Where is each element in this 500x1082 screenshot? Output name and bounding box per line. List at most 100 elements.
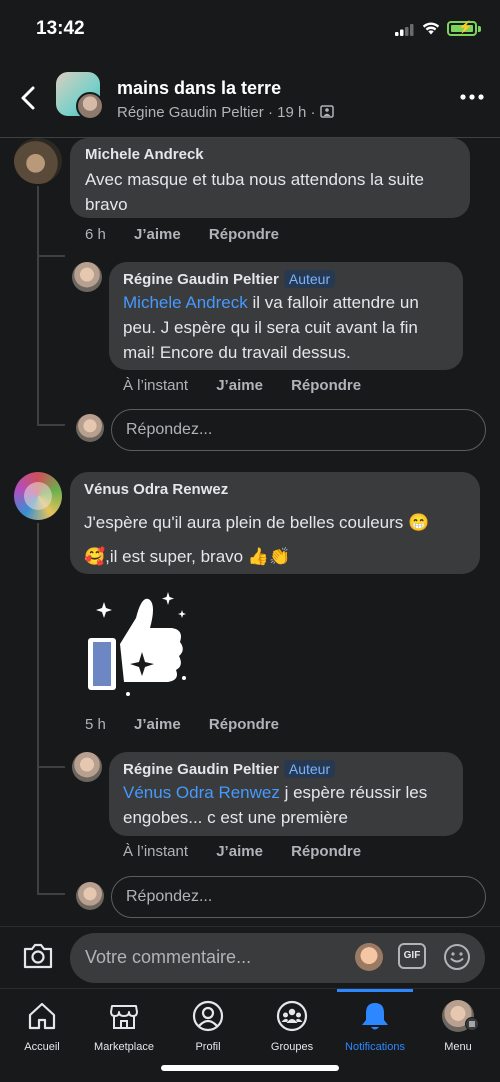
reply-button[interactable]: Répondre <box>209 226 279 243</box>
commenter-avatar[interactable] <box>14 472 62 520</box>
comment-text-line: bravo <box>85 195 128 214</box>
reply-avatar[interactable] <box>72 752 102 782</box>
comment-text: J'espère qu'il aura plein de belles coul… <box>84 506 466 574</box>
my-avatar <box>76 882 104 910</box>
tab-label: Notifications <box>345 1041 405 1053</box>
signal-icon <box>395 24 414 36</box>
reply-actions: À l’instant J’aime Répondre <box>123 377 385 394</box>
comment-text-line: J'espère qu'il aura plein de belles coul… <box>84 513 430 532</box>
reply-text: Michele Andreck il va falloir attendre u… <box>123 290 449 365</box>
wifi-icon <box>422 22 440 35</box>
comment-author[interactable]: Michele Andreck <box>85 146 455 163</box>
reply-author[interactable]: Régine Gaudin Peltier <box>123 271 279 288</box>
author-badge: Auteur <box>283 270 336 288</box>
comment-text-line: 🥰,il est super, bravo 👍👏 <box>84 547 291 566</box>
back-icon[interactable] <box>16 84 40 112</box>
reply-author-line: Régine Gaudin Peltier Auteur <box>123 760 449 778</box>
reply-text: Vénus Odra Renwez j espère réussir les e… <box>123 780 449 830</box>
reply-time: À l’instant <box>123 843 189 860</box>
tab-profile[interactable]: Profil <box>166 999 250 1053</box>
comment-time: 6 h <box>85 226 106 243</box>
tab-label: Profil <box>195 1041 221 1053</box>
reply-input[interactable]: Répondez... <box>111 876 486 918</box>
like-button[interactable]: J’aime <box>134 716 181 733</box>
reply-button[interactable]: Répondre <box>291 377 361 394</box>
post-header: mains dans la terre Régine Gaudin Peltie… <box>0 58 500 138</box>
thread-branch <box>37 766 65 768</box>
like-button[interactable]: J’aime <box>216 843 263 860</box>
comment-text: Avec masque et tuba nous attendons la su… <box>85 167 455 217</box>
reply-text-line: Vénus Odra Renwez j espère réussir les <box>123 780 449 805</box>
tab-menu[interactable]: Menu <box>416 999 500 1053</box>
comment-composer: Votre commentaire... GIF <box>0 926 500 988</box>
reply-bubble[interactable]: Régine Gaudin Peltier Auteur Michele Andr… <box>109 262 463 370</box>
thread-branch <box>37 255 65 257</box>
status-time: 13:42 <box>36 18 85 39</box>
reply-input[interactable]: Répondez... <box>111 409 486 451</box>
avatar-sticker-icon[interactable] <box>355 943 383 971</box>
comment-time: 5 h <box>85 716 106 733</box>
thread-branch <box>37 893 65 895</box>
mention-link[interactable]: Michele Andreck <box>123 293 248 312</box>
comment-bubble[interactable]: Vénus Odra Renwez J'espère qu'il aura pl… <box>70 472 480 574</box>
like-button[interactable]: J’aime <box>216 377 263 394</box>
reply-text-fragment: il va falloir attendre un <box>247 293 419 312</box>
home-indicator <box>161 1065 339 1071</box>
reply-button[interactable]: Répondre <box>291 843 361 860</box>
reply-author[interactable]: Régine Gaudin Peltier <box>123 761 279 778</box>
tab-label: Groupes <box>270 1041 314 1053</box>
active-tab-indicator <box>337 989 413 992</box>
reply-text-fragment: j espère réussir les <box>279 783 428 802</box>
thread-line <box>37 186 39 424</box>
profile-icon <box>192 1000 224 1032</box>
comment-author[interactable]: Vénus Odra Renwez <box>84 481 466 498</box>
reply-text-line: engobes... c est une première <box>123 808 348 827</box>
commenter-avatar[interactable] <box>14 138 62 184</box>
bell-icon <box>362 1003 388 1030</box>
reply-actions: À l’instant J’aime Répondre <box>123 843 385 860</box>
comment-actions: 5 h J’aime Répondre <box>85 716 303 733</box>
my-avatar <box>76 414 104 442</box>
tab-label: Marketplace <box>94 1041 154 1053</box>
emoji-icon[interactable] <box>443 943 471 971</box>
tab-notifications[interactable]: Notifications <box>333 999 417 1053</box>
reply-avatar[interactable] <box>72 262 102 292</box>
tab-home[interactable]: Accueil <box>0 999 84 1053</box>
tab-marketplace[interactable]: Marketplace <box>82 999 166 1053</box>
menu-lines-icon <box>465 1017 479 1031</box>
author-badge: Auteur <box>283 760 336 778</box>
thread-line <box>37 523 39 893</box>
tab-groups[interactable]: Groupes <box>250 999 334 1053</box>
thumbs-up-sticker <box>88 592 186 696</box>
meta-separator: · <box>310 104 320 121</box>
post-author[interactable]: Régine Gaudin Peltier <box>117 104 264 121</box>
more-options-icon[interactable] <box>460 94 484 100</box>
post-age: 19 h <box>277 104 307 121</box>
group-privacy-icon <box>319 105 334 118</box>
reply-text-line: Michele Andreck il va falloir attendre u… <box>123 290 449 315</box>
reply-text-line: peu. J espère qu il sera cuit avant la f… <box>123 318 418 337</box>
tab-label: Menu <box>444 1041 472 1053</box>
status-bar: 13:42 ⚡ <box>0 0 500 58</box>
camera-icon[interactable] <box>22 941 54 971</box>
marketplace-icon <box>110 1005 138 1029</box>
reply-text-line: mai! Encore du travail dessus. <box>123 343 351 362</box>
reply-bubble[interactable]: Régine Gaudin Peltier Auteur Vénus Odra R… <box>109 752 463 836</box>
post-meta: Régine Gaudin Peltier · 19 h · <box>117 104 334 121</box>
reply-button[interactable]: Répondre <box>209 716 279 733</box>
thread-branch <box>37 424 65 426</box>
author-avatar <box>76 92 104 120</box>
home-icon <box>28 1002 56 1030</box>
groups-icon <box>276 1000 308 1032</box>
reply-author-line: Régine Gaudin Peltier Auteur <box>123 270 449 288</box>
group-avatar[interactable] <box>56 72 104 120</box>
tab-label: Accueil <box>24 1041 60 1053</box>
mention-link[interactable]: Vénus Odra Renwez <box>123 783 280 802</box>
comment-bubble[interactable]: Michele Andreck Avec masque et tuba nous… <box>70 138 470 218</box>
meta-separator: · <box>267 104 278 121</box>
gif-button[interactable]: GIF <box>398 943 426 969</box>
reply-time: À l’instant <box>123 377 189 394</box>
group-title[interactable]: mains dans la terre <box>117 78 281 99</box>
comment-text-line: Avec masque et tuba nous attendons la su… <box>85 170 424 189</box>
like-button[interactable]: J’aime <box>134 226 181 243</box>
